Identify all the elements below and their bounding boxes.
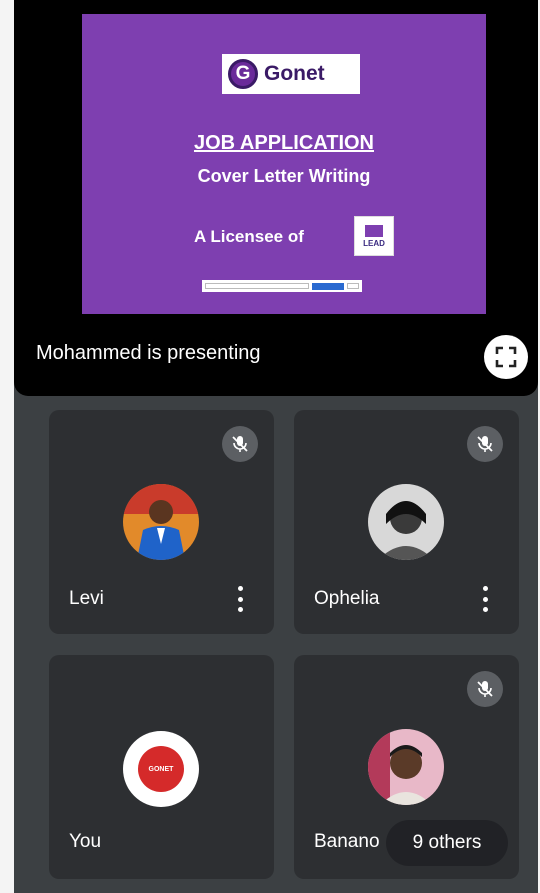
mic-off-icon (467, 426, 503, 462)
lead-logo: LEAD (354, 216, 394, 256)
avatar-banano (368, 729, 444, 805)
slide-signup-small-field (347, 283, 359, 289)
participant-tile-ophelia[interactable]: Ophelia (294, 410, 519, 634)
participant-name: Banano (314, 831, 380, 852)
avatar-levi (123, 484, 199, 560)
participant-name: You (69, 831, 102, 852)
lead-logo-mark (365, 224, 383, 237)
presenter-label: Mohammed is presenting (36, 342, 261, 364)
shared-slide: G Gonet JOB APPLICATION Cover Letter Wri… (82, 14, 486, 314)
slide-signup-button (312, 282, 344, 290)
meeting-screen: G Gonet JOB APPLICATION Cover Letter Wri… (14, 0, 538, 893)
slide-signup-bar (202, 280, 362, 292)
fullscreen-button[interactable] (484, 335, 528, 379)
participant-name: Levi (69, 588, 104, 609)
gonet-logo: G Gonet (222, 54, 360, 94)
more-options-icon[interactable] (481, 586, 489, 612)
avatar-you: GONET (123, 731, 199, 807)
participant-name: Ophelia (314, 588, 380, 609)
gonet-logo-mark: G (228, 59, 258, 89)
licensee-text: A Licensee of (194, 227, 304, 246)
participant-tile-you[interactable]: GONET You (49, 655, 274, 879)
presentation-panel[interactable]: G Gonet JOB APPLICATION Cover Letter Wri… (14, 0, 538, 396)
mic-off-icon (467, 671, 503, 707)
slide-title: JOB APPLICATION (193, 132, 374, 154)
fullscreen-icon (495, 346, 517, 368)
gonet-logo-text: Gonet (264, 62, 325, 85)
participant-tile-levi[interactable]: Levi (49, 410, 274, 634)
lead-logo-text: LEAD (363, 238, 385, 248)
avatar-ophelia (368, 484, 444, 560)
slide-signup-field (205, 283, 309, 289)
gonet-badge: GONET (138, 746, 184, 792)
mic-off-icon (222, 426, 258, 462)
slide-subtitle: Cover Letter Writing (197, 166, 371, 186)
others-button[interactable]: 9 others (386, 820, 508, 866)
more-options-icon[interactable] (236, 586, 244, 612)
